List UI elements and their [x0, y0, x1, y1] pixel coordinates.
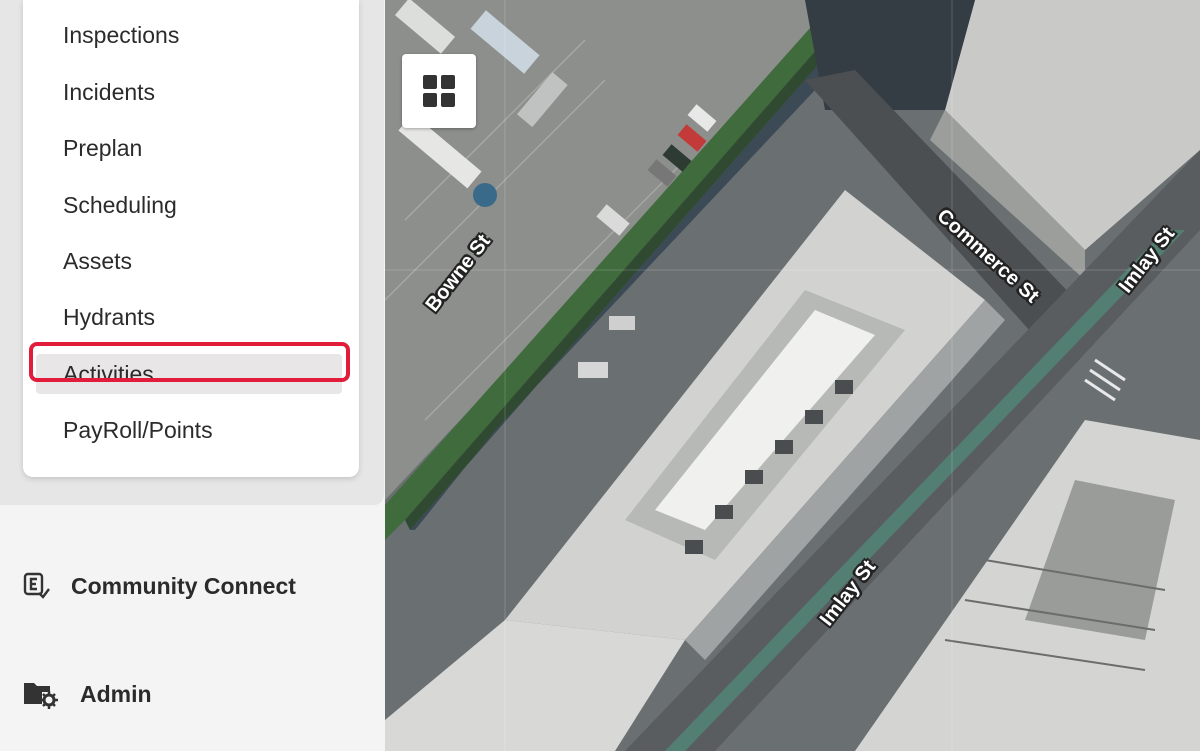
menu-item-incidents[interactable]: Incidents: [63, 72, 155, 112]
satellite-imagery: [385, 0, 1200, 751]
submenu-card: Inspections Incidents Preplan Scheduling…: [23, 0, 359, 477]
nav-community-connect[interactable]: Community Connect: [22, 566, 296, 606]
menu-item-payroll-points[interactable]: PayRoll/Points: [63, 410, 213, 450]
menu-item-hydrants[interactable]: Hydrants: [63, 297, 155, 337]
community-connect-icon: [22, 571, 52, 601]
sidebar: Inspections Incidents Preplan Scheduling…: [0, 0, 385, 751]
satellite-map[interactable]: Bowne St Commerce St Imlay St Imlay St: [385, 0, 1200, 751]
menu-item-preplan[interactable]: Preplan: [63, 128, 142, 168]
nav-admin-label: Admin: [80, 680, 152, 707]
menu-item-assets[interactable]: Assets: [63, 241, 132, 281]
map-layers-button[interactable]: [402, 54, 476, 128]
nav-admin[interactable]: Admin: [22, 674, 152, 714]
submenu-panel: Inspections Incidents Preplan Scheduling…: [0, 0, 384, 505]
menu-item-activities[interactable]: Activities: [36, 354, 342, 394]
grid-icon: [423, 75, 455, 107]
folder-gear-icon: [22, 678, 58, 710]
menu-item-inspections[interactable]: Inspections: [63, 15, 179, 55]
nav-community-connect-label: Community Connect: [71, 572, 296, 599]
menu-item-scheduling[interactable]: Scheduling: [63, 185, 177, 225]
